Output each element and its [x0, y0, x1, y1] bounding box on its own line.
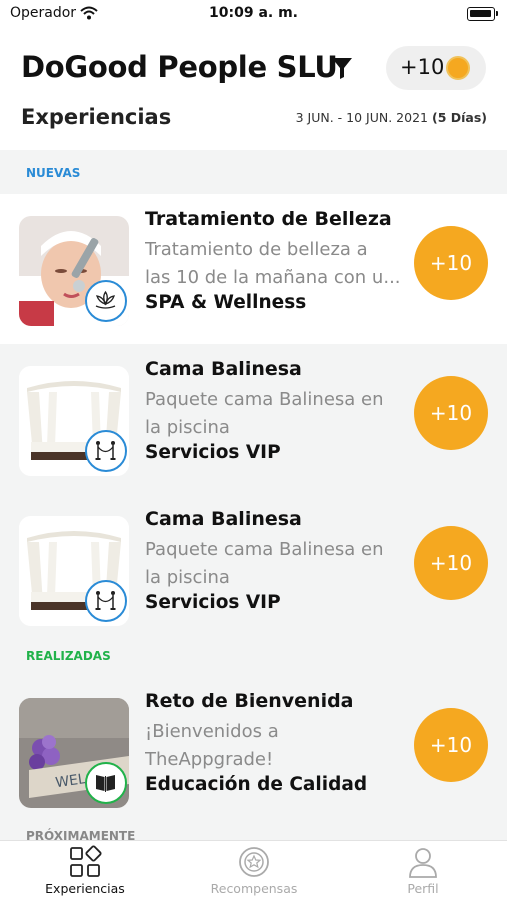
points-value: +10	[400, 55, 445, 79]
description-line: la piscina	[145, 567, 230, 588]
experience-title: Cama Balinesa	[145, 358, 302, 380]
experience-title: Reto de Bienvenida	[145, 690, 354, 712]
category-badge	[85, 580, 127, 622]
experience-description: Tratamiento de belleza a las 10 de la ma…	[145, 236, 405, 292]
description-line: TheAppgrade!	[145, 749, 274, 770]
description-line: Tratamiento de belleza a	[145, 239, 368, 260]
date-range: 3 JUN. - 10 JUN. 2021 (5 Días)	[296, 110, 487, 125]
experience-category: Servicios VIP	[145, 592, 281, 613]
tab-bar: Experiencias Recompensas Perfil	[0, 840, 507, 901]
section-label-done: REALIZADAS	[26, 649, 111, 663]
clock: 10:09 a. m.	[209, 5, 298, 21]
experience-description: Paquete cama Balinesa en la piscina	[145, 536, 405, 592]
description-line: la piscina	[145, 417, 230, 438]
date-range-dates: 3 JUN. - 10 JUN. 2021	[295, 110, 428, 125]
points-balance[interactable]: +10	[386, 46, 486, 90]
tab-label: Recompensas	[210, 881, 298, 896]
description-line: Paquete cama Balinesa en	[145, 389, 384, 410]
category-badge	[85, 762, 127, 804]
book-icon	[96, 775, 115, 792]
experience-description: Paquete cama Balinesa en la piscina	[145, 386, 405, 442]
experience-title: Cama Balinesa	[145, 508, 302, 530]
description-line: ¡Bienvenidos a	[145, 721, 279, 742]
section-header-done: REALIZADAS	[0, 644, 507, 676]
section-label-new: NUEVAS	[26, 166, 81, 180]
tab-perfil[interactable]: Perfil	[353, 845, 493, 899]
reward-points-button[interactable]: +10	[414, 708, 488, 782]
rewards-coin-icon	[239, 847, 269, 877]
lotus-icon	[95, 290, 116, 309]
experience-card[interactable]: Tratamiento de Belleza Tratamiento de be…	[0, 194, 507, 344]
experience-category: Educación de Calidad	[145, 774, 368, 795]
company-name: DoGood People SLU	[21, 50, 338, 84]
tab-recompensas[interactable]: Recompensas	[184, 845, 324, 899]
section-header-new: NUEVAS	[0, 150, 507, 194]
experience-card[interactable]: Cama Balinesa Paquete cama Balinesa en l…	[0, 494, 507, 644]
reward-points-button[interactable]: +10	[414, 526, 488, 600]
tab-label: Experiencias	[45, 881, 125, 896]
description-line: Paquete cama Balinesa en	[145, 539, 384, 560]
tab-label: Perfil	[407, 881, 439, 896]
vip-rope-icon	[95, 441, 116, 460]
reward-points-button[interactable]: +10	[414, 226, 488, 300]
experience-card[interactable]: Cama Balinesa Paquete cama Balinesa en l…	[0, 344, 507, 494]
reward-points-button[interactable]: +10	[414, 376, 488, 450]
filter-icon[interactable]	[331, 56, 353, 80]
experience-card[interactable]: WELCO Reto de Bienvenida ¡Bienvenidos a …	[0, 676, 507, 826]
experience-title: Tratamiento de Belleza	[145, 208, 392, 230]
category-badge	[85, 280, 127, 322]
date-range-days: (5 Días)	[431, 110, 487, 125]
vip-rope-icon	[95, 591, 116, 610]
profile-icon	[409, 848, 437, 878]
experience-description: ¡Bienvenidos a TheAppgrade!	[145, 718, 405, 774]
description-line: las 10 de la mañana con u...	[145, 267, 401, 288]
page-title: Experiencias	[21, 105, 172, 129]
experiences-grid-icon	[70, 845, 102, 877]
experience-category: Servicios VIP	[145, 442, 281, 463]
experience-category: SPA & Wellness	[145, 292, 307, 313]
coin-icon	[446, 56, 470, 80]
category-badge	[85, 430, 127, 472]
status-bar: Operador 10:09 a. m.	[0, 0, 507, 30]
tab-experiencias[interactable]: Experiencias	[15, 845, 155, 899]
battery-icon	[467, 7, 498, 21]
